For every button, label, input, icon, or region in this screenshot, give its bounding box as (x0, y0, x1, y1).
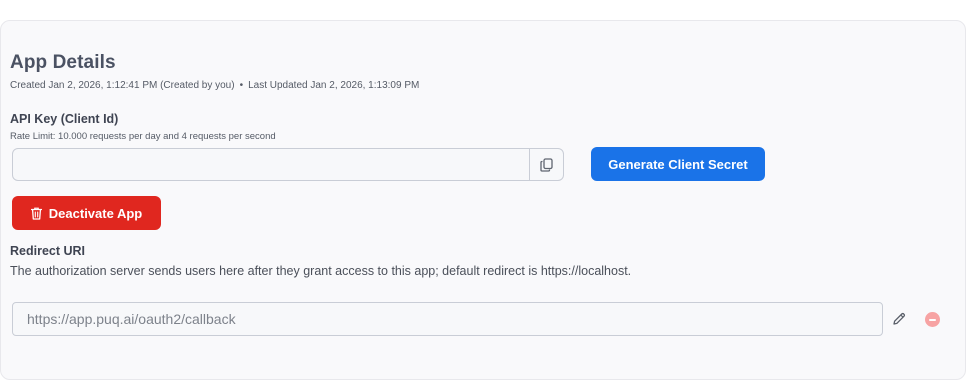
pencil-icon (893, 312, 906, 325)
edit-redirect-button[interactable] (891, 311, 907, 327)
copy-button[interactable] (529, 149, 563, 180)
redirect-uri-label: Redirect URI (10, 244, 86, 258)
api-key-input[interactable] (13, 149, 531, 180)
copy-icon (540, 157, 553, 172)
redirect-uri-input[interactable] (12, 302, 883, 336)
meta-separator: • (239, 80, 244, 91)
page-title: App Details (10, 52, 116, 73)
deactivate-app-button[interactable]: Deactivate App (12, 196, 161, 230)
created-info: Created Jan 2, 2026, 1:12:41 PM (Created… (10, 80, 235, 91)
updated-info: Last Updated Jan 2, 2026, 1:13:09 PM (248, 80, 420, 91)
remove-circle-icon (929, 318, 936, 321)
api-key-field (12, 148, 564, 181)
remove-redirect-button[interactable] (925, 312, 940, 327)
generate-client-secret-button[interactable]: Generate Client Secret (591, 147, 765, 181)
deactivate-app-label: Deactivate App (48, 205, 143, 221)
redirect-uri-description: The authorization server sends users her… (10, 264, 632, 278)
app-meta: Created Jan 2, 2026, 1:12:41 PM (Created… (10, 80, 419, 91)
trash-icon (30, 207, 42, 220)
api-key-label: API Key (Client Id) (10, 112, 119, 126)
rate-limit-text: Rate Limit: 10.000 requests per day and … (10, 131, 276, 142)
